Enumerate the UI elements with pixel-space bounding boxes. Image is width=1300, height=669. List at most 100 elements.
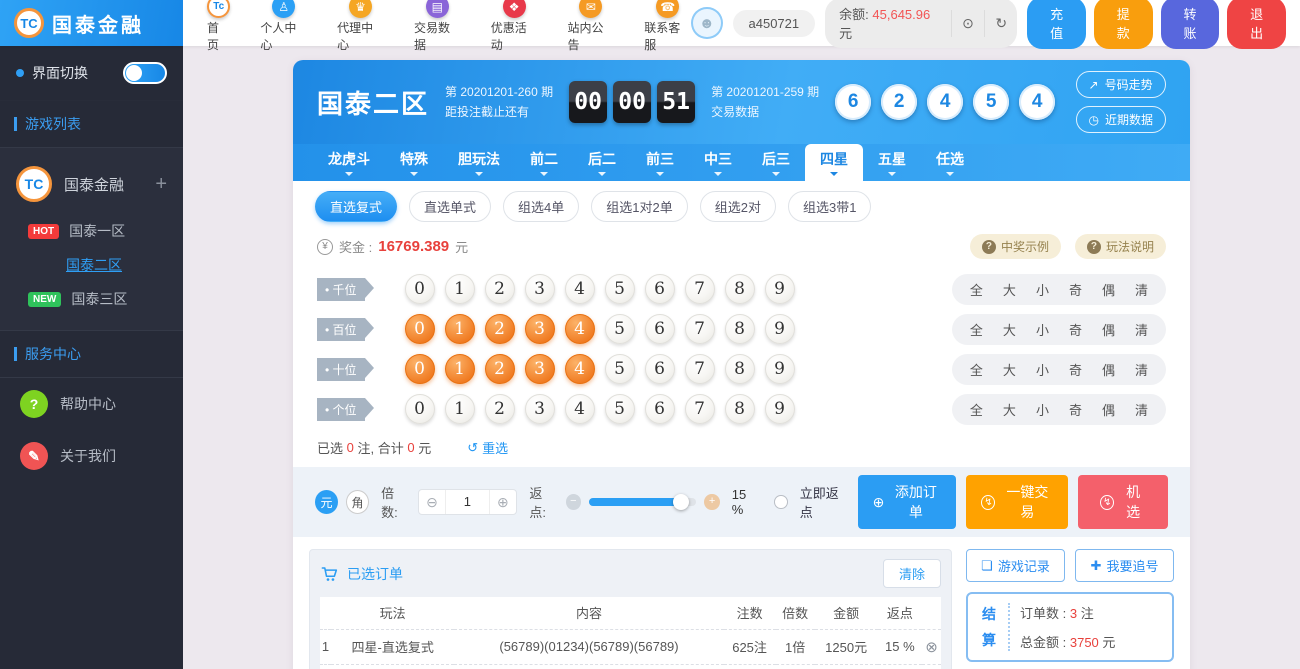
quick-pick-小[interactable]: 小 bbox=[1036, 280, 1049, 299]
ball-百位-2[interactable]: 2 bbox=[485, 314, 515, 344]
ball-个位-6[interactable]: 6 bbox=[645, 394, 675, 424]
instant-rebate-radio[interactable] bbox=[774, 495, 788, 509]
ball-十位-8[interactable]: 8 bbox=[725, 354, 755, 384]
quick-pick-偶[interactable]: 偶 bbox=[1102, 400, 1115, 419]
quick-pick-大[interactable]: 大 bbox=[1003, 360, 1016, 379]
tab-四星[interactable]: 四星 bbox=[805, 144, 863, 181]
quick-pick-奇[interactable]: 奇 bbox=[1069, 320, 1082, 339]
unit-jiao-button[interactable]: 角 bbox=[346, 490, 369, 514]
quick-pick-奇[interactable]: 奇 bbox=[1069, 400, 1082, 419]
rebate-minus-icon[interactable]: − bbox=[566, 494, 581, 510]
sidebar-game-2[interactable]: 国泰二区 bbox=[0, 248, 183, 282]
sidebar-game-3[interactable]: NEW国泰三区 bbox=[0, 282, 183, 316]
tab-前二[interactable]: 前二 bbox=[515, 144, 573, 181]
tab-特殊[interactable]: 特殊 bbox=[385, 144, 443, 181]
eye-icon[interactable]: ⊙ bbox=[951, 10, 984, 37]
chase-number-button[interactable]: ✚我要追号 bbox=[1075, 549, 1174, 582]
quick-pick-清[interactable]: 清 bbox=[1135, 360, 1148, 379]
ball-千位-9[interactable]: 9 bbox=[765, 274, 795, 304]
ball-百位-6[interactable]: 6 bbox=[645, 314, 675, 344]
ball-个位-1[interactable]: 1 bbox=[445, 394, 475, 424]
quick-pick-全[interactable]: 全 bbox=[970, 280, 983, 299]
quick-pick-全[interactable]: 全 bbox=[970, 360, 983, 379]
ball-十位-0[interactable]: 0 bbox=[405, 354, 435, 384]
subtab-组选3带1[interactable]: 组选3带1 bbox=[788, 191, 871, 222]
tab-后三[interactable]: 后三 bbox=[747, 144, 805, 181]
ball-十位-5[interactable]: 5 bbox=[605, 354, 635, 384]
interface-toggle[interactable] bbox=[123, 62, 167, 84]
tab-胆玩法[interactable]: 胆玩法 bbox=[443, 144, 515, 181]
tab-中三[interactable]: 中三 bbox=[689, 144, 747, 181]
service-item-2[interactable]: ✎关于我们 bbox=[0, 430, 183, 482]
tab-后二[interactable]: 后二 bbox=[573, 144, 631, 181]
ball-十位-6[interactable]: 6 bbox=[645, 354, 675, 384]
ball-个位-9[interactable]: 9 bbox=[765, 394, 795, 424]
ball-个位-7[interactable]: 7 bbox=[685, 394, 715, 424]
ball-十位-2[interactable]: 2 bbox=[485, 354, 515, 384]
ball-千位-1[interactable]: 1 bbox=[445, 274, 475, 304]
quick-pick-偶[interactable]: 偶 bbox=[1102, 320, 1115, 339]
top-action-2[interactable]: 提款 bbox=[1094, 0, 1153, 49]
ball-个位-4[interactable]: 4 bbox=[565, 394, 595, 424]
service-item-1[interactable]: ?帮助中心 bbox=[0, 378, 183, 430]
quick-pick-清[interactable]: 清 bbox=[1135, 320, 1148, 339]
top-action-1[interactable]: 充值 bbox=[1027, 0, 1086, 49]
quick-pick-大[interactable]: 大 bbox=[1003, 320, 1016, 339]
subtab-直选单式[interactable]: 直选单式 bbox=[409, 191, 491, 222]
top-action-3[interactable]: 转账 bbox=[1161, 0, 1220, 49]
ball-千位-6[interactable]: 6 bbox=[645, 274, 675, 304]
ball-千位-4[interactable]: 4 bbox=[565, 274, 595, 304]
nav-item-2[interactable]: ♙个人中心 bbox=[260, 0, 307, 53]
minus-icon[interactable]: ⊖ bbox=[419, 494, 446, 511]
ball-百位-7[interactable]: 7 bbox=[685, 314, 715, 344]
ball-十位-3[interactable]: 3 bbox=[525, 354, 555, 384]
quick-pick-偶[interactable]: 偶 bbox=[1102, 360, 1115, 379]
multiplier-value[interactable]: 1 bbox=[445, 490, 489, 514]
game-record-button[interactable]: ❏游戏记录 bbox=[966, 549, 1065, 582]
win-example-button[interactable]: ?中奖示例 bbox=[970, 234, 1061, 259]
number-trend-button[interactable]: ↗号码走势 bbox=[1076, 71, 1167, 98]
ball-百位-1[interactable]: 1 bbox=[445, 314, 475, 344]
refresh-icon[interactable]: ↻ bbox=[984, 10, 1017, 37]
add-order-button[interactable]: ⊕添加订单 bbox=[858, 475, 957, 529]
random-pick-button[interactable]: ↯机选 bbox=[1078, 475, 1168, 529]
subtab-组选2对[interactable]: 组选2对 bbox=[700, 191, 776, 222]
ball-个位-8[interactable]: 8 bbox=[725, 394, 755, 424]
brand-logo[interactable]: TC 国泰金融 bbox=[0, 0, 183, 46]
sidebar-game-1[interactable]: HOT国泰一区 bbox=[0, 214, 183, 248]
unit-yuan-button[interactable]: 元 bbox=[315, 490, 338, 514]
subtab-组选1对2单[interactable]: 组选1对2单 bbox=[591, 191, 687, 222]
quick-trade-button[interactable]: ↯一键交易 bbox=[966, 475, 1068, 529]
expand-plus-icon[interactable]: + bbox=[155, 173, 167, 196]
nav-item-1[interactable]: Tc首页 bbox=[207, 0, 230, 53]
subtab-直选复式[interactable]: 直选复式 bbox=[315, 191, 397, 222]
quick-pick-小[interactable]: 小 bbox=[1036, 320, 1049, 339]
ball-千位-7[interactable]: 7 bbox=[685, 274, 715, 304]
ball-百位-5[interactable]: 5 bbox=[605, 314, 635, 344]
delete-order-icon[interactable]: ⊗ bbox=[925, 639, 938, 656]
ball-个位-0[interactable]: 0 bbox=[405, 394, 435, 424]
ball-千位-5[interactable]: 5 bbox=[605, 274, 635, 304]
nav-item-3[interactable]: ♛代理中心 bbox=[337, 0, 384, 53]
quick-pick-全[interactable]: 全 bbox=[970, 400, 983, 419]
quick-pick-清[interactable]: 清 bbox=[1135, 400, 1148, 419]
avatar[interactable]: ☻ bbox=[691, 7, 722, 39]
tab-前三[interactable]: 前三 bbox=[631, 144, 689, 181]
ball-百位-3[interactable]: 3 bbox=[525, 314, 555, 344]
nav-item-5[interactable]: ❖优惠活动 bbox=[491, 0, 538, 53]
tab-五星[interactable]: 五星 bbox=[863, 144, 921, 181]
ball-百位-4[interactable]: 4 bbox=[565, 314, 595, 344]
quick-pick-清[interactable]: 清 bbox=[1135, 280, 1148, 299]
nav-item-7[interactable]: ☎联系客服 bbox=[644, 0, 691, 53]
quick-pick-大[interactable]: 大 bbox=[1003, 400, 1016, 419]
ball-十位-4[interactable]: 4 bbox=[565, 354, 595, 384]
ball-百位-8[interactable]: 8 bbox=[725, 314, 755, 344]
quick-pick-小[interactable]: 小 bbox=[1036, 400, 1049, 419]
nav-item-4[interactable]: ▤交易数据 bbox=[414, 0, 461, 53]
play-rules-button[interactable]: ?玩法说明 bbox=[1075, 234, 1166, 259]
clear-orders-button[interactable]: 清除 bbox=[883, 559, 941, 588]
quick-pick-偶[interactable]: 偶 bbox=[1102, 280, 1115, 299]
slider-knob[interactable] bbox=[673, 494, 689, 510]
subtab-组选4单[interactable]: 组选4单 bbox=[503, 191, 579, 222]
plus-icon[interactable]: ⊕ bbox=[490, 494, 517, 511]
